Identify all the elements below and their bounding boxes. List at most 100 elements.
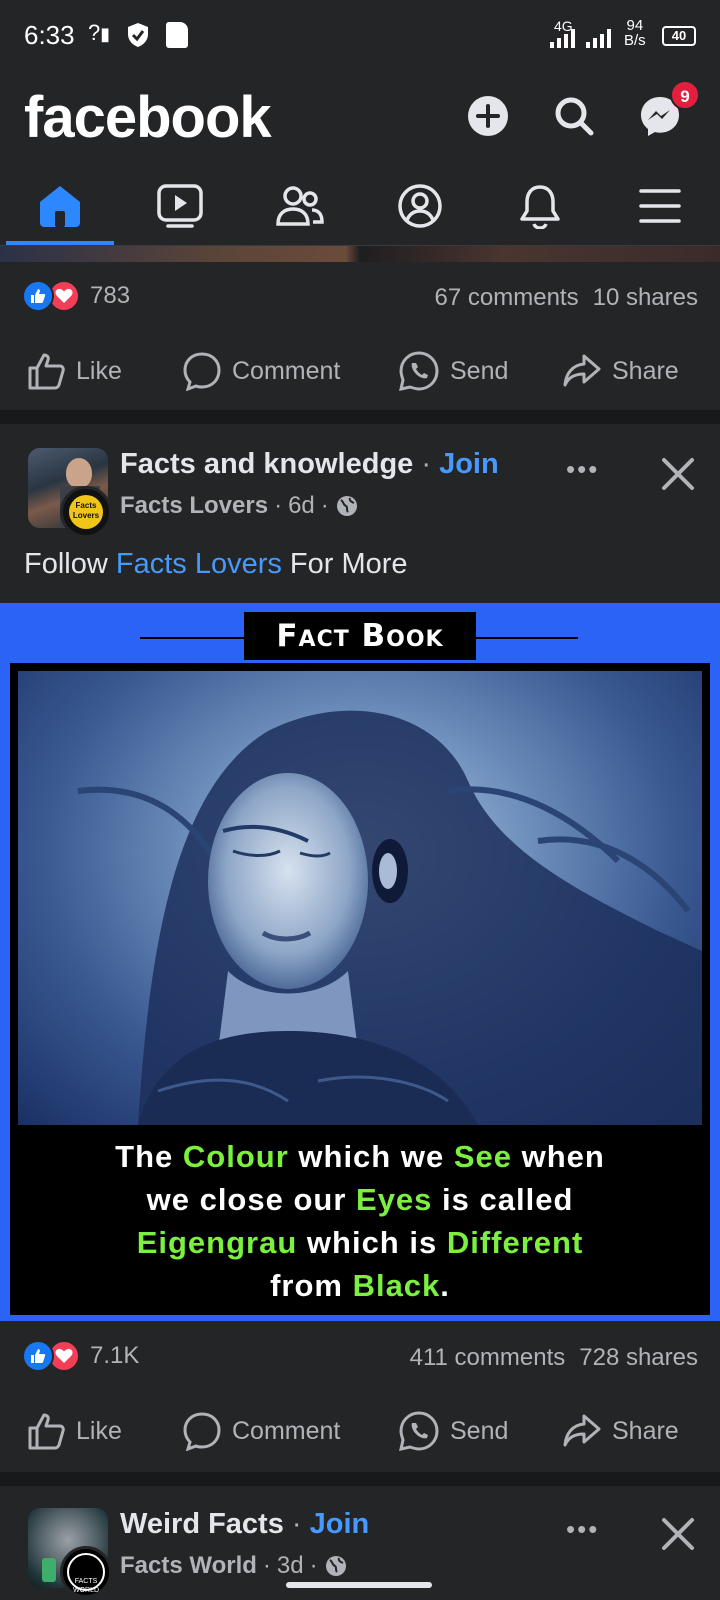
post-stats: 7.1K 411 comments 728 shares: [0, 1326, 720, 1386]
author-avatar[interactable]: Facts Lovers: [60, 486, 112, 538]
post-meta: Facts World · 3d ·: [120, 1552, 348, 1580]
tab-menu[interactable]: [600, 166, 720, 246]
comment-icon: [183, 1412, 221, 1451]
group-name[interactable]: Facts and knowledge: [120, 448, 413, 480]
send-button[interactable]: Send: [398, 1396, 508, 1466]
home-icon: [40, 186, 80, 227]
active-tab-indicator: [6, 241, 114, 245]
reactions-summary[interactable]: 7.1K: [22, 1340, 139, 1372]
menu-icon: [639, 189, 681, 223]
reaction-count: 7.1K: [90, 1342, 140, 1369]
post-age[interactable]: 3d: [277, 1552, 304, 1580]
post-divider: [0, 410, 720, 424]
more-options-button[interactable]: •••: [566, 454, 599, 485]
engagement-counts[interactable]: 411 comments 728 shares: [410, 1344, 698, 1372]
post-title-line: Weird Facts · Join: [120, 1508, 370, 1540]
whatsapp-icon: [399, 351, 439, 391]
globe-icon: [325, 1556, 346, 1576]
caption-link[interactable]: Facts Lovers: [116, 548, 282, 580]
status-time: 6:33: [24, 20, 75, 50]
title-rule: [140, 637, 244, 639]
comment-button[interactable]: Comment: [182, 336, 340, 406]
woman-photo: [18, 671, 702, 1125]
post-header: FACTS WORLD Weird Facts · Join Facts Wor…: [0, 1496, 720, 1598]
data-speed: 94 B/s: [624, 17, 646, 49]
author-name[interactable]: Facts Lovers: [120, 492, 268, 520]
tab-notifications[interactable]: [480, 166, 600, 246]
share-count[interactable]: 728 shares: [579, 1344, 698, 1371]
profile-icon: [398, 184, 442, 228]
image-caption: The Colour which we See when we close ou…: [115, 1139, 605, 1303]
share-count[interactable]: 10 shares: [593, 284, 698, 311]
post-age[interactable]: 6d: [288, 492, 315, 520]
app-header: facebook 9: [0, 72, 720, 162]
join-button[interactable]: Join: [439, 448, 499, 480]
bell-icon: [520, 185, 560, 229]
sim-card-icon: [166, 22, 188, 48]
whatsapp-icon: [399, 1411, 439, 1451]
share-button[interactable]: Share: [562, 336, 679, 406]
search-icon: [555, 97, 594, 136]
shield-icon: [128, 23, 148, 47]
tab-watch[interactable]: [120, 166, 240, 246]
like-button[interactable]: Like: [26, 336, 122, 406]
reactions-summary[interactable]: 783: [22, 280, 130, 312]
tab-home[interactable]: [0, 166, 120, 246]
post-title-line: Facts and knowledge · Join: [120, 448, 499, 480]
video-icon: [157, 184, 203, 228]
like-button[interactable]: Like: [26, 1396, 122, 1466]
previous-post-image[interactable]: [0, 246, 720, 262]
like-reaction-icon: [22, 1340, 54, 1372]
search-button[interactable]: [544, 86, 604, 146]
comment-count[interactable]: 411 comments: [410, 1344, 566, 1371]
group-name[interactable]: Weird Facts: [120, 1508, 284, 1540]
author-avatar[interactable]: FACTS WORLD: [60, 1546, 112, 1598]
send-button[interactable]: Send: [398, 336, 508, 406]
author-avatar-badge: Facts Lovers: [69, 495, 103, 529]
thumbs-up-icon: [28, 1413, 65, 1450]
post-actions: Like Comment Send Share: [0, 1396, 720, 1466]
post-divider: [0, 1472, 720, 1486]
post-meta: Facts Lovers · 6d ·: [120, 492, 359, 520]
messenger-badge: 9: [670, 80, 700, 110]
globe-icon: [336, 496, 357, 516]
more-options-button[interactable]: •••: [566, 1514, 599, 1545]
thumbs-up-icon: [28, 353, 65, 390]
photo-illustration: [77, 710, 702, 1125]
network-status: ?▮: [88, 20, 111, 45]
post-actions: Like Comment Send Share: [0, 336, 720, 406]
post-header: Facts Lovers Facts and knowledge · Join …: [0, 436, 720, 538]
tab-profile[interactable]: [360, 166, 480, 246]
signal-bars-icon: [586, 28, 611, 48]
create-button[interactable]: [458, 86, 518, 146]
share-button[interactable]: Share: [562, 1396, 679, 1466]
post-image[interactable]: Fact Book The Colour which we See when w…: [0, 603, 720, 1321]
author-name[interactable]: Facts World: [120, 1552, 257, 1580]
tab-friends[interactable]: [240, 166, 360, 246]
share-icon: [563, 1414, 601, 1447]
facebook-logo[interactable]: facebook: [24, 84, 272, 151]
engagement-counts[interactable]: 67 comments 10 shares: [435, 284, 698, 312]
image-frame: The Colour which we See when we close ou…: [10, 663, 710, 1315]
messenger-button[interactable]: 9: [630, 80, 700, 146]
plus-icon: [468, 96, 508, 136]
comment-button[interactable]: Comment: [182, 1396, 340, 1466]
reaction-count: 783: [90, 282, 131, 309]
home-indicator[interactable]: [286, 1582, 432, 1588]
close-icon[interactable]: [660, 1516, 696, 1552]
post-caption: Follow Facts Lovers For More: [24, 548, 408, 580]
image-title: Fact Book: [244, 612, 476, 660]
share-icon: [563, 354, 601, 387]
like-reaction-icon: [22, 280, 54, 312]
title-rule: [476, 637, 578, 639]
comment-icon: [183, 352, 221, 391]
battery-icon: 40: [662, 26, 696, 46]
comment-count[interactable]: 67 comments: [435, 284, 579, 311]
join-button[interactable]: Join: [310, 1508, 370, 1540]
signal-bars-icon: [550, 28, 575, 48]
friends-icon: [276, 186, 324, 226]
main-nav: [0, 166, 720, 246]
close-icon[interactable]: [660, 456, 696, 492]
post-stats: 783 67 comments 10 shares: [0, 266, 720, 326]
author-avatar-badge: FACTS WORLD: [67, 1553, 105, 1594]
